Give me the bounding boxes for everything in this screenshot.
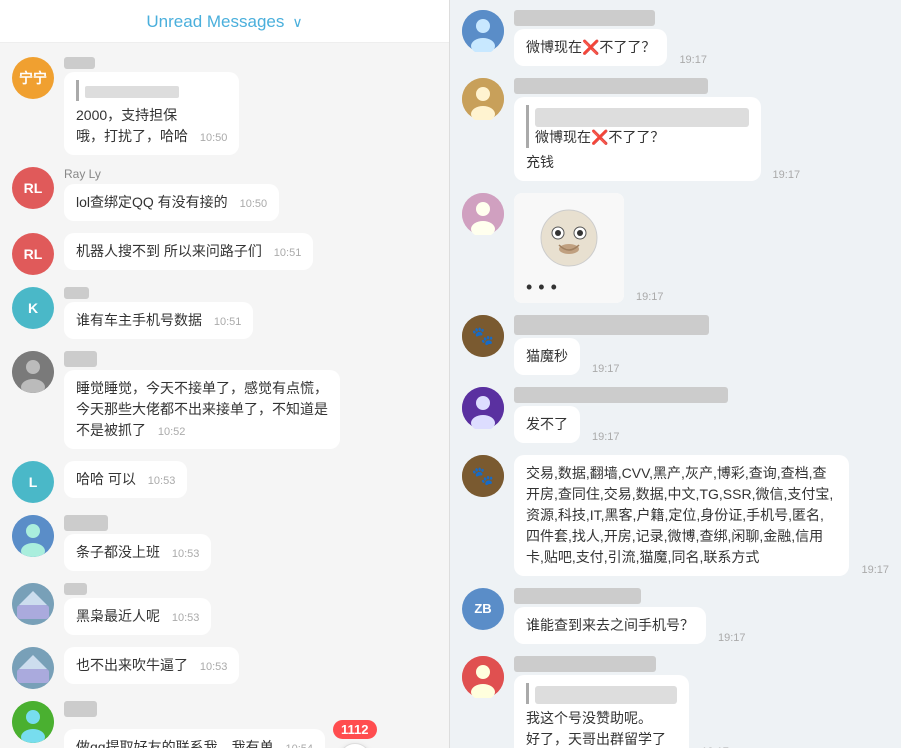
list-item: RL 机器人搜不到 所以来问路子们 10:51 — [0, 227, 449, 281]
list-item: ••• 19:17 — [462, 193, 889, 303]
bubble-area: Ray Ly lol查绑定QQ 有没有接的 10:50 — [64, 167, 437, 221]
bubble-area: ████ ████████████ 2000，支持担保哦，打扰了，哈哈 10:5… — [64, 57, 437, 155]
list-item: ████ ██████ 微博现在❌不了了？ 19:17 — [462, 10, 889, 66]
bubble-area: 哈哈 可以 10:53 — [64, 461, 437, 498]
message-list: 宁宁 ████ ████████████ 2000，支持担保哦，打扰了，哈哈 1… — [0, 43, 449, 748]
bubble-area: 魑魅魍魉 条子都没上班 10:53 — [64, 515, 437, 571]
svg-text:🐾: 🐾 — [472, 466, 494, 486]
sender-name: ████████████ — [514, 387, 889, 403]
avatar — [12, 701, 54, 743]
list-item: 🐾 交易,数据,翻墙,CVV,黑产,灰产,博彩,查询,查档,查开房,查同住,交易… — [462, 455, 889, 576]
message-bubble[interactable]: 机器人搜不到 所以来问路子们 10:51 — [64, 233, 313, 270]
sender-name: Ray Ly — [64, 167, 437, 181]
bubble-area: 交易,数据,翻墙,CVV,黑产,灰产,博彩,查询,查档,查开房,查同住,交易,数… — [514, 455, 889, 576]
sender-name: Kami — [64, 287, 437, 299]
list-item: 行书圈 睡觉睡觉，今天不接单了，感觉有点慌，今天那些大佬都不出来接单了，不知道是… — [0, 345, 449, 455]
scroll-down-button[interactable]: ∨ — [339, 743, 371, 748]
avatar: RL — [12, 233, 54, 275]
avatar — [462, 10, 504, 52]
unread-messages-title: Unread Messages — [146, 12, 284, 32]
chevron-down-icon[interactable]: ∨ — [292, 14, 302, 31]
sender-name: 行者行 — [64, 701, 437, 717]
message-bubble[interactable]: 哈哈 可以 10:53 — [64, 461, 187, 498]
avatar: L — [12, 461, 54, 503]
avatar: 宁宁 — [12, 57, 54, 99]
message-bubble[interactable]: ████████████ 2000，支持担保哦，打扰了，哈哈 10:50 — [64, 72, 239, 155]
list-item: ████████████ 发不了 19:17 — [462, 387, 889, 443]
avatar: ZB — [462, 588, 504, 630]
list-item: 行者行 做qq提取好友的联系我。我有单 10:54 1112 ∨ — [0, 695, 449, 748]
avatar — [462, 387, 504, 429]
meme-image: ••• — [514, 193, 624, 303]
bubble-area: ████████████ 发不了 19:17 — [514, 387, 889, 443]
bubble-area: 猫魔一下████ 猫魔秒 19:17 — [514, 315, 889, 375]
right-panel: ████ ██████ 微博现在❌不了了？ 19:17 ████████████… — [450, 0, 901, 748]
message-bubble[interactable]: 睡觉睡觉，今天不接单了，感觉有点慌，今天那些大佬都不出来接单了，不知道是不是被抓… — [64, 370, 340, 449]
avatar — [462, 78, 504, 120]
sender-name: Zb ████ — [514, 588, 889, 604]
message-bubble[interactable]: 谁能查到来去之间手机号？ — [514, 607, 706, 644]
left-header: Unread Messages ∨ — [0, 0, 449, 43]
message-bubble[interactable]: 交易,数据,翻墙,CVV,黑产,灰产,博彩,查询,查档,查开房,查同住,交易,数… — [514, 455, 849, 576]
message-bubble[interactable]: 发不了 — [514, 406, 580, 443]
quote: ████████████ — [76, 80, 227, 101]
message-bubble[interactable]: 猫魔秒 — [514, 338, 580, 375]
bubble-area: Zb ████ 谁能查到来去之间手机号？ 19:17 — [514, 588, 889, 644]
message-bubble[interactable]: 做qq提取好友的联系我。我有单 10:54 — [64, 729, 325, 748]
avatar — [12, 351, 54, 393]
quote: ████████ — [526, 683, 677, 705]
bubble-area: ████████ ████████ 我这个号没赞助呢。好了，天哥出群留学了 19… — [514, 656, 889, 748]
message-bubble[interactable]: lol查绑定QQ 有没有接的 10:50 — [64, 184, 279, 221]
list-item: ████████ ████████ 我这个号没赞助呢。好了，天哥出群留学了 19… — [462, 656, 889, 748]
list-item: ████████████ ████████████ 微博现在❌不了了？ 充钱 1… — [462, 78, 889, 181]
avatar: RL — [12, 167, 54, 209]
bubble-area: 行书圈 睡觉睡觉，今天不接单了，感觉有点慌，今天那些大佬都不出来接单了，不知道是… — [64, 351, 437, 449]
quote: ████████████ 微博现在❌不了了？ — [526, 105, 749, 148]
list-item: 也不出来吹牛逼了 10:53 — [0, 641, 449, 695]
sender-name: 行书圈 — [64, 351, 437, 367]
avatar — [462, 656, 504, 698]
list-item: K Kami 谁有车主手机号数据 10:51 — [0, 281, 449, 345]
bubble-area: ████████████ ████████████ 微博现在❌不了了？ 充钱 1… — [514, 78, 889, 181]
bubble-area: 机器人搜不到 所以来问路子们 10:51 — [64, 233, 437, 270]
avatar — [12, 647, 54, 689]
bubble-area: 行者行 做qq提取好友的联系我。我有单 10:54 1112 ∨ — [64, 701, 437, 748]
sender-name: ███ — [64, 583, 437, 595]
list-item: RL Ray Ly lol查绑定QQ 有没有接的 10:50 — [0, 161, 449, 227]
sender-name: ████ ██████ — [514, 10, 889, 26]
avatar: 🐾 — [462, 315, 504, 357]
avatar: 🐾 — [462, 455, 504, 497]
bubble-area: Kami 谁有车主手机号数据 10:51 — [64, 287, 437, 339]
sender-name: ████████████ — [514, 78, 889, 94]
avatar: K — [12, 287, 54, 329]
bubble-area: ███ 黑枭最近人呢 10:53 — [64, 583, 437, 635]
left-panel: Unread Messages ∨ 宁宁 ████ ████████████ 2… — [0, 0, 450, 748]
svg-text:•••: ••• — [526, 277, 563, 297]
unread-badge: 1112 — [333, 720, 377, 739]
list-item: 宁宁 ████ ████████████ 2000，支持担保哦，打扰了，哈哈 1… — [0, 51, 449, 161]
bubble-area: ••• 19:17 — [514, 193, 889, 303]
sender-name: ████ — [64, 57, 437, 69]
list-item: L 哈哈 可以 10:53 — [0, 455, 449, 509]
avatar — [12, 515, 54, 557]
message-bubble[interactable]: 谁有车主手机号数据 10:51 — [64, 302, 253, 339]
bubble-area: ████ ██████ 微博现在❌不了了？ 19:17 — [514, 10, 889, 66]
message-bubble[interactable]: 也不出来吹牛逼了 10:53 — [64, 647, 239, 684]
avatar — [462, 193, 504, 235]
list-item: ███ 黑枭最近人呢 10:53 — [0, 577, 449, 641]
message-bubble[interactable]: 微博现在❌不了了？ — [514, 29, 667, 66]
list-item: ZB Zb ████ 谁能查到来去之间手机号？ 19:17 — [462, 588, 889, 644]
list-item: 🐾 猫魔一下████ 猫魔秒 19:17 — [462, 315, 889, 375]
sender-name: 猫魔一下████ — [514, 315, 889, 335]
message-bubble[interactable]: 黑枭最近人呢 10:53 — [64, 598, 211, 635]
message-bubble[interactable]: ████████ 我这个号没赞助呢。好了，天哥出群留学了 — [514, 675, 689, 748]
avatar — [12, 583, 54, 625]
sender-name: ████████ — [514, 656, 889, 672]
bubble-area: 也不出来吹牛逼了 10:53 — [64, 647, 437, 684]
svg-text:🐾: 🐾 — [472, 326, 494, 346]
message-bubble[interactable]: 条子都没上班 10:53 — [64, 534, 211, 571]
list-item: 魑魅魍魉 条子都没上班 10:53 — [0, 509, 449, 577]
sender-name: 魑魅魍魉 — [64, 515, 437, 531]
message-bubble[interactable]: ████████████ 微博现在❌不了了？ 充钱 — [514, 97, 761, 181]
